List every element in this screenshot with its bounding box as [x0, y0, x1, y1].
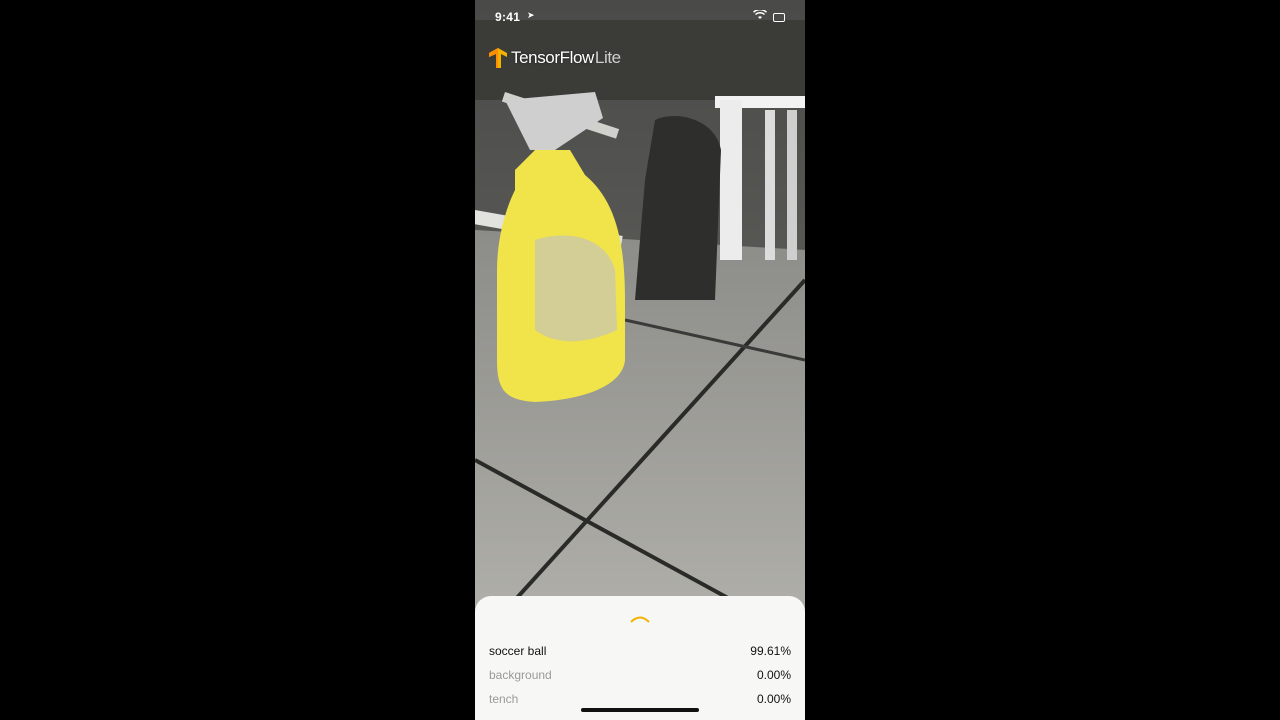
- result-label: soccer ball: [489, 644, 547, 658]
- result-row: tench 0.00%: [489, 690, 791, 708]
- logo-suffix: Lite: [594, 48, 621, 67]
- logo-name: TensorFlow: [511, 48, 594, 67]
- result-label: background: [489, 668, 552, 682]
- result-row: soccer ball 99.61%: [489, 642, 791, 660]
- tensorflow-lite-logo: TensorFlow Lite: [489, 48, 621, 68]
- chevron-up-icon[interactable]: [629, 610, 651, 623]
- home-indicator[interactable]: [581, 708, 699, 712]
- result-label: tench: [489, 692, 519, 706]
- location-arrow-icon: ➤: [527, 10, 535, 20]
- status-time: 9:41: [495, 10, 521, 24]
- phone-screen: 9:41 ➤ TensorFlow Lite soccer ball 99.61…: [475, 0, 805, 720]
- wifi-icon: [752, 8, 768, 23]
- result-score: 0.00%: [756, 668, 791, 682]
- status-bar: 9:41 ➤: [475, 0, 805, 24]
- app-stage: 9:41 ➤ TensorFlow Lite soccer ball 99.61…: [0, 0, 1280, 720]
- battery-icon: [773, 13, 785, 22]
- result-score: 0.00%: [756, 692, 791, 706]
- tensorflow-logo-icon: [489, 48, 507, 68]
- result-score: 99.61%: [750, 644, 791, 658]
- result-row: background 0.00%: [489, 666, 791, 684]
